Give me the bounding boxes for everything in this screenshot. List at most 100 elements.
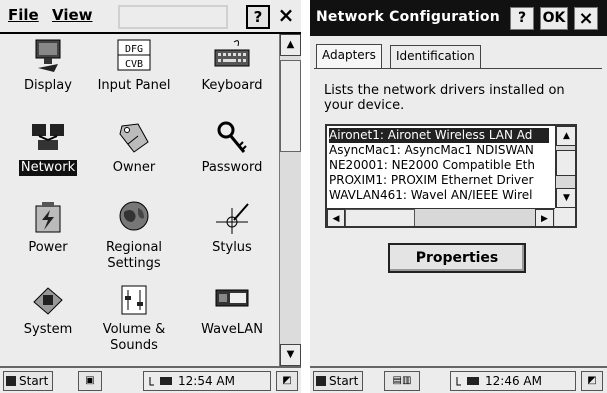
control-panel-window: File View ? × Display DFG CVB Input Pane… [0, 0, 301, 393]
system-icon [33, 287, 63, 315]
cp-label-power: Power [28, 240, 68, 255]
properties-button[interactable]: Properties [388, 243, 526, 273]
list-vertical-scrollbar[interactable]: ▲ ▼ [555, 126, 575, 208]
cp-item-regional-settings[interactable]: Regional Settings [86, 200, 182, 272]
cp-label-system: System [23, 322, 73, 337]
screen-divider [301, 0, 310, 393]
taskbar: Start ▤▥ 12:46 AM ◩ [310, 366, 607, 393]
list-item[interactable]: PROXIM1: PROXIM Ethernet Driver [329, 173, 549, 188]
close-button[interactable]: × [574, 7, 598, 30]
list-scroll-right-button[interactable]: ▶ [535, 209, 554, 226]
list-scroll-up-button[interactable]: ▲ [556, 126, 575, 146]
clock[interactable]: 12:54 AM [178, 374, 235, 388]
cp-item-volume-sounds[interactable]: Volume & Sounds [86, 282, 182, 354]
input-panel-keys-bottom: CVB [125, 59, 143, 70]
control-panel-task-button[interactable]: ▣ [78, 371, 102, 391]
cp-item-password[interactable]: Password [184, 120, 280, 176]
cp-item-wavelan[interactable]: WaveLAN [184, 282, 280, 338]
start-label: Start [329, 374, 359, 388]
cp-label-display: Display [24, 78, 72, 93]
cp-label-network: Network [18, 160, 78, 176]
regional-settings-icon [119, 201, 149, 231]
toolbar-spacer [118, 5, 228, 29]
network-icon [32, 124, 64, 150]
list-item[interactable]: AsyncMac1: AsyncMac1 NDISWAN [329, 143, 549, 158]
list-hscroll-thumb[interactable] [345, 209, 415, 226]
scroll-corner [555, 208, 575, 226]
start-button[interactable]: Start [3, 371, 54, 391]
cp-label-keyboard: Keyboard [201, 78, 263, 93]
cp-item-system[interactable]: System [0, 282, 96, 338]
desktop-icon: ◩ [282, 375, 292, 386]
desktop-button[interactable]: ◩ [276, 371, 298, 391]
tab-identification[interactable]: Identification [390, 45, 481, 68]
network-tray-icon[interactable] [148, 374, 174, 392]
help-button[interactable]: ? [246, 5, 270, 29]
cp-label-volume-sounds: Volume & Sounds [102, 322, 166, 353]
list-item[interactable]: NE20001: NE2000 Compatible Eth [329, 158, 549, 173]
view-menu-label: View [52, 6, 93, 24]
network-configuration-window: Network Configuration ? OK × Adapters Id… [310, 0, 607, 393]
adapters-description: Lists the network drivers installed on y… [324, 83, 565, 113]
scroll-up-button[interactable]: ▲ [280, 34, 301, 56]
owner-icon [119, 123, 149, 153]
title-bar: Network Configuration ? OK × [310, 0, 607, 36]
volume-sounds-icon [121, 285, 147, 315]
window-title: Network Configuration [316, 9, 500, 25]
cp-label-regional-settings: Regional Settings [105, 240, 163, 271]
list-item[interactable]: Aironet1: Aironet Wireless LAN Ad [329, 128, 549, 143]
adapters-list[interactable]: Aironet1: Aironet Wireless LAN Ad AsyncM… [325, 124, 577, 228]
network-task-button[interactable]: ▤▥ [384, 371, 420, 391]
system-tray: 12:54 AM [143, 371, 271, 391]
windows-flag-icon [6, 376, 16, 386]
menu-bar: File View ? × [0, 0, 301, 34]
desktop-icon: ◩ [587, 375, 597, 386]
help-button[interactable]: ? [510, 7, 534, 30]
network-tray-icon[interactable] [455, 374, 481, 392]
tab-adapters[interactable]: Adapters [316, 44, 382, 69]
vertical-scrollbar[interactable]: ▲ ▼ [279, 34, 301, 366]
cp-item-owner[interactable]: Owner [86, 120, 182, 176]
cp-item-power[interactable]: Power [0, 200, 96, 256]
power-icon [35, 202, 61, 233]
view-menu[interactable]: View [52, 6, 93, 24]
scroll-down-button[interactable]: ▼ [280, 344, 301, 366]
list-scroll-thumb[interactable] [556, 150, 575, 176]
taskbar: Start ▣ 12:54 AM ◩ [0, 366, 301, 393]
start-label: Start [19, 374, 49, 388]
cp-label-wavelan: WaveLAN [201, 322, 263, 337]
cp-item-network[interactable]: Network [0, 120, 96, 176]
list-scroll-down-button[interactable]: ▼ [556, 188, 575, 208]
network-task-icon: ▤▥ [392, 375, 412, 386]
list-horizontal-scrollbar[interactable]: ◀ ▶ [327, 208, 555, 226]
clock[interactable]: 12:46 AM [485, 374, 542, 388]
cp-label-input-panel: Input Panel [97, 78, 171, 93]
start-button[interactable]: Start [313, 371, 364, 391]
list-scroll-left-button[interactable]: ◀ [327, 209, 345, 226]
close-button[interactable]: × [274, 5, 298, 29]
wavelan-icon [215, 289, 249, 307]
input-panel-keys-top: DFG [125, 44, 143, 55]
display-icon [35, 39, 61, 72]
cp-item-input-panel[interactable]: DFG CVB Input Panel [86, 38, 182, 94]
system-tray: 12:46 AM [450, 371, 576, 391]
stylus-icon [216, 203, 249, 234]
cp-item-display[interactable]: Display [0, 38, 96, 94]
scroll-thumb[interactable] [280, 60, 301, 152]
keyboard-icon [214, 40, 250, 67]
ok-button[interactable]: OK [540, 7, 568, 30]
cp-item-stylus[interactable]: Stylus [184, 200, 280, 256]
file-menu-label: File [8, 6, 39, 24]
cp-label-stylus: Stylus [212, 240, 252, 255]
cp-item-keyboard[interactable]: Keyboard [184, 38, 280, 94]
cp-label-password: Password [201, 160, 263, 175]
password-icon [217, 121, 247, 153]
input-panel-icon: DFG CVB [117, 39, 151, 71]
cp-label-owner: Owner [112, 160, 156, 175]
list-item[interactable]: WAVLAN461: Wavel AN/IEEE Wirel [329, 188, 549, 200]
desktop-button[interactable]: ◩ [581, 371, 603, 391]
control-panel-task-icon: ▣ [85, 375, 95, 386]
windows-flag-icon [316, 376, 326, 386]
file-menu[interactable]: File [8, 6, 39, 24]
tab-divider [314, 68, 602, 69]
